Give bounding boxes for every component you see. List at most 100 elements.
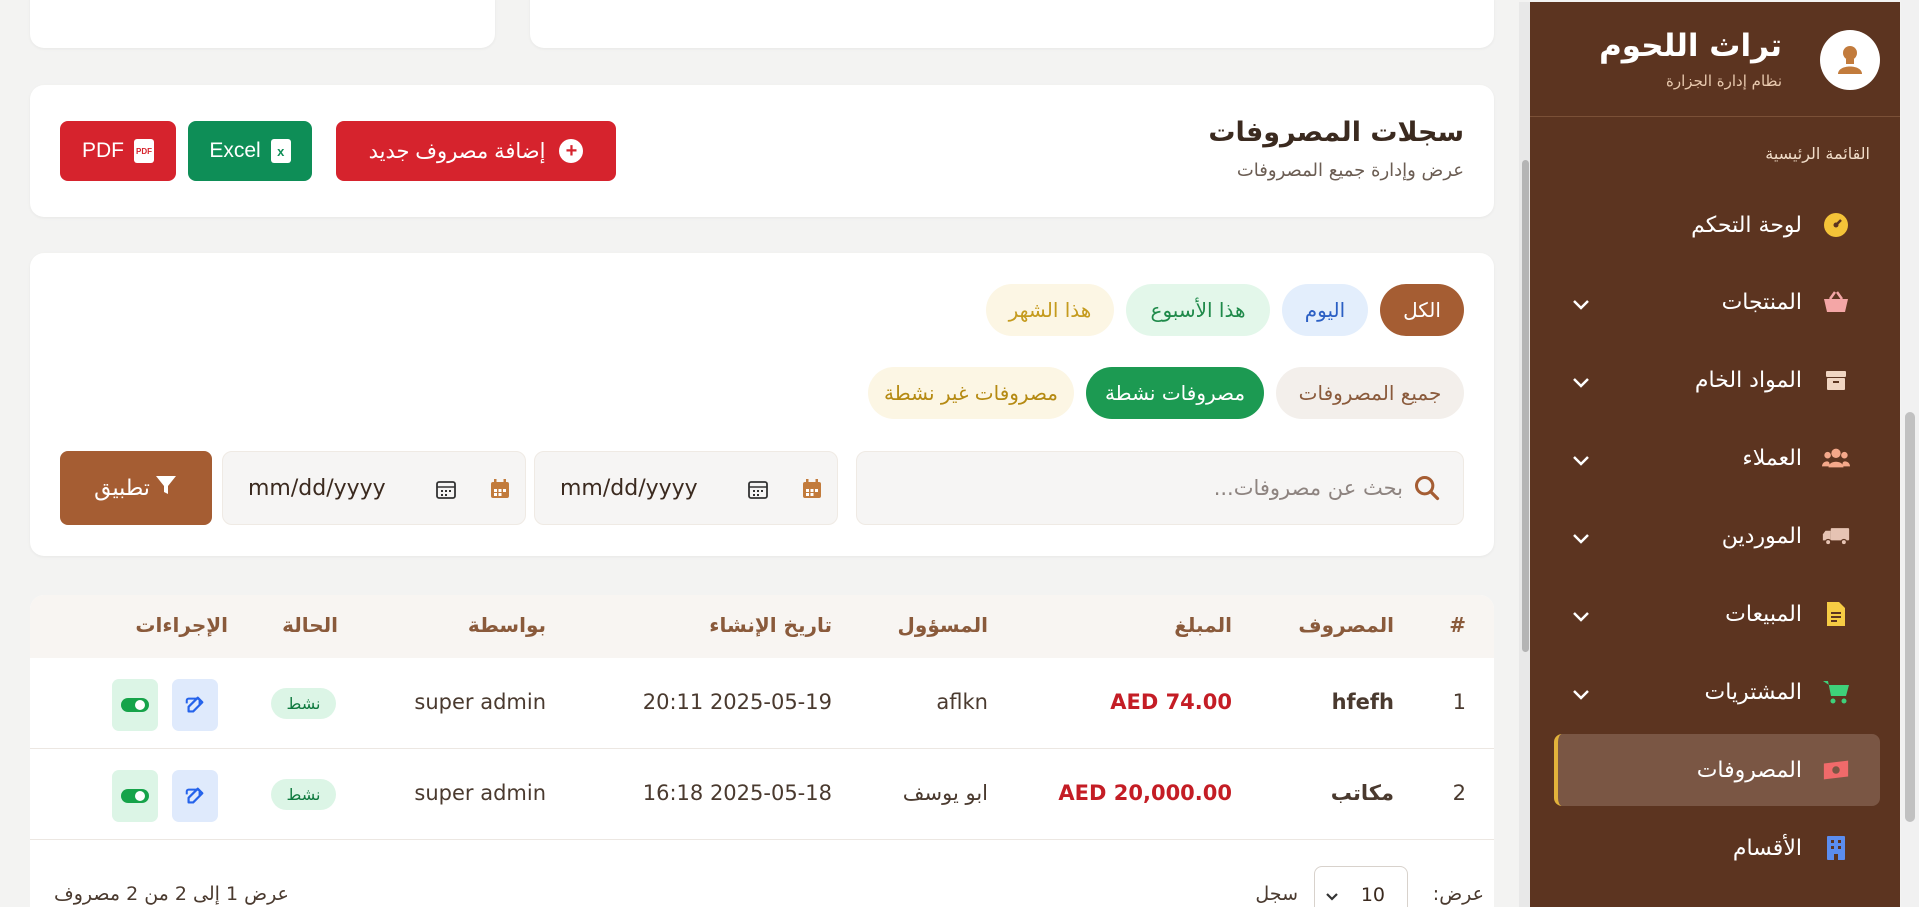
- chevron-down-icon: [1572, 370, 1590, 395]
- brand-header: تراث اللحوم نظام إدارة الجزارة: [1530, 2, 1900, 117]
- chevron-down-icon: [1572, 604, 1590, 629]
- calendar-picker-icon[interactable]: [747, 478, 769, 504]
- records-label: سجل: [1255, 883, 1298, 905]
- brand-subtitle: نظام إدارة الجزارة: [1666, 72, 1782, 90]
- status-badge: نشط: [271, 779, 336, 810]
- cell-created-date: 16:18 2025-05-18: [642, 781, 832, 805]
- cell-owner: aflkn: [936, 690, 988, 714]
- brand-title: تراث اللحوم: [1599, 28, 1782, 64]
- th-created-date: تاريخ الإنشاء: [709, 613, 832, 637]
- sidebar-item-products[interactable]: المنتجات: [1554, 266, 1880, 338]
- excel-file-icon: x: [270, 139, 291, 163]
- calendar-picker-icon[interactable]: [435, 478, 457, 504]
- sidebar-item-dashboard[interactable]: لوحة التحكم: [1554, 189, 1880, 261]
- box-icon: [1822, 366, 1850, 394]
- truck-icon: [1822, 522, 1850, 550]
- search-icon: [1413, 474, 1441, 506]
- invoice-icon: [1822, 600, 1850, 628]
- export-excel-button[interactable]: x Excel: [188, 121, 312, 181]
- toggle-on-icon: [121, 698, 149, 712]
- butcher-logo-icon: [1838, 46, 1862, 74]
- sidebar-item-departments[interactable]: الأقسام: [1554, 812, 1880, 884]
- toggle-status-button[interactable]: [112, 679, 158, 731]
- sidebar: تراث اللحوم نظام إدارة الجزارة القائمة ا…: [1530, 2, 1900, 907]
- page-title: سجلات المصروفات: [1208, 117, 1464, 148]
- building-icon: [1822, 834, 1850, 862]
- date-to-value: mm/dd/yyyy: [560, 476, 698, 501]
- chevron-down-icon: [1325, 887, 1339, 906]
- chevron-down-icon: [1572, 526, 1590, 551]
- chevron-down-icon: [1572, 448, 1590, 473]
- users-icon: [1822, 444, 1850, 472]
- cell-amount: AED 20,000.00: [1058, 781, 1232, 805]
- table-row: 1 hfefh AED 74.00 aflkn 20:11 2025-05-19…: [30, 658, 1494, 749]
- filter-this-week[interactable]: هذا الأسبوع: [1126, 284, 1270, 336]
- cell-number: 1: [1452, 690, 1466, 714]
- sidebar-scrollbar-thumb[interactable]: [1522, 160, 1529, 652]
- filter-this-month[interactable]: هذا الشهر: [986, 284, 1114, 336]
- basket-icon: [1822, 288, 1850, 316]
- edit-button[interactable]: [172, 770, 218, 822]
- cell-created-date: 20:11 2025-05-19: [642, 690, 832, 714]
- chevron-down-icon: [1572, 292, 1590, 317]
- search-placeholder: بحث عن مصروفات...: [1213, 476, 1403, 500]
- stats-card-left: [30, 0, 495, 48]
- status-badge: نشط: [271, 688, 336, 719]
- th-by: بواسطة: [467, 613, 546, 637]
- pdf-file-icon: PDF: [134, 139, 154, 163]
- calendar-icon: [489, 478, 511, 504]
- sidebar-item-expenses[interactable]: المصروفات: [1554, 734, 1880, 806]
- sidebar-item-suppliers[interactable]: الموردين: [1554, 500, 1880, 572]
- status-all[interactable]: جميع المصروفات: [1276, 367, 1464, 419]
- per-page-select[interactable]: 10: [1314, 866, 1408, 907]
- cell-expense: مكاتب: [1330, 781, 1394, 805]
- brand-logo: [1820, 30, 1880, 90]
- table-header: # المصروف المبلغ المسؤول تاريخ الإنشاء ب…: [30, 595, 1494, 658]
- menu-section-title: القائمة الرئيسية: [1765, 144, 1870, 163]
- sidebar-item-customers[interactable]: العملاء: [1554, 422, 1880, 494]
- calendar-icon: [801, 478, 823, 504]
- filter-card: الكل اليوم هذا الأسبوع هذا الشهر جميع ال…: [30, 253, 1494, 556]
- pagination-summary: عرض 1 إلى 2 من 2 مصروف: [54, 883, 289, 905]
- expenses-table: # المصروف المبلغ المسؤول تاريخ الإنشاء ب…: [30, 595, 1494, 907]
- stats-card-right: [530, 0, 1494, 48]
- gauge-icon: [1822, 211, 1850, 239]
- th-owner: المسؤول: [897, 613, 988, 637]
- export-pdf-button[interactable]: PDF PDF: [60, 121, 176, 181]
- filter-all[interactable]: الكل: [1380, 284, 1464, 336]
- th-expense: المصروف: [1298, 613, 1394, 637]
- th-amount: المبلغ: [1174, 613, 1232, 637]
- status-inactive[interactable]: مصروفات غير نشطة: [868, 367, 1074, 419]
- apply-filter-button[interactable]: تطبيق: [60, 451, 212, 525]
- sidebar-item-sales[interactable]: المبيعات: [1554, 578, 1880, 650]
- edit-icon: [185, 696, 204, 714]
- date-to-field[interactable]: mm/dd/yyyy: [534, 451, 838, 525]
- page-subtitle: عرض وإدارة جميع المصروفات: [1236, 160, 1464, 181]
- cell-by: super admin: [414, 690, 546, 714]
- edit-button[interactable]: [172, 679, 218, 731]
- status-active[interactable]: مصروفات نشطة: [1086, 367, 1264, 419]
- date-from-field[interactable]: mm/dd/yyyy: [222, 451, 526, 525]
- chevron-down-icon: [1572, 682, 1590, 707]
- th-status: الحالة: [282, 613, 338, 637]
- toggle-on-icon: [121, 789, 149, 803]
- edit-icon: [185, 787, 204, 805]
- filter-funnel-icon: [154, 473, 178, 503]
- add-expense-button[interactable]: + إضافة مصروف جديد: [336, 121, 616, 181]
- cell-number: 2: [1452, 781, 1466, 805]
- cell-amount: AED 74.00: [1110, 690, 1232, 714]
- sidebar-item-purchases[interactable]: المشتريات: [1554, 656, 1880, 728]
- page-scrollbar-thumb[interactable]: [1905, 412, 1915, 822]
- plus-circle-icon: +: [559, 139, 584, 163]
- cell-by: super admin: [414, 781, 546, 805]
- th-actions: الإجراءات: [135, 613, 228, 637]
- header-card: سجلات المصروفات عرض وإدارة جميع المصروفا…: [30, 85, 1494, 217]
- show-label: عرض:: [1432, 883, 1484, 905]
- toggle-status-button[interactable]: [112, 770, 158, 822]
- search-input[interactable]: بحث عن مصروفات...: [856, 451, 1464, 525]
- filter-today[interactable]: اليوم: [1282, 284, 1368, 336]
- cell-expense: hfefh: [1331, 690, 1394, 714]
- sidebar-item-raw-materials[interactable]: المواد الخام: [1554, 344, 1880, 416]
- money-icon: [1822, 756, 1850, 784]
- date-from-value: mm/dd/yyyy: [248, 476, 386, 501]
